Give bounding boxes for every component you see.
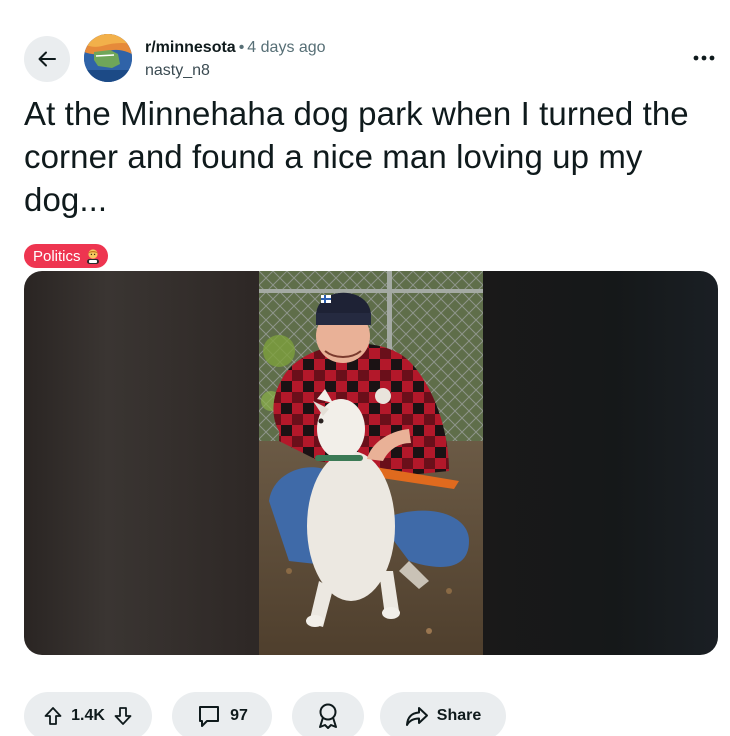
comments-button[interactable]: 97 <box>172 692 272 736</box>
share-button[interactable]: Share <box>380 692 506 736</box>
post-title: At the Minnehaha dog park when I turned … <box>24 95 689 218</box>
post-image <box>259 271 483 655</box>
back-button[interactable] <box>24 36 70 82</box>
arrow-down-icon[interactable] <box>113 706 133 726</box>
post-flair[interactable]: Politics <box>24 244 108 268</box>
arrow-up-icon[interactable] <box>43 706 63 726</box>
post-author[interactable]: nasty_n8 <box>145 62 210 80</box>
subreddit-name[interactable]: r/minnesota <box>145 39 236 56</box>
more-options-button[interactable] <box>684 44 724 72</box>
award-button[interactable] <box>292 692 364 736</box>
share-icon <box>405 705 429 727</box>
post-media[interactable] <box>24 271 718 655</box>
vote-control: 1.4K <box>24 692 152 736</box>
subreddit-avatar[interactable] <box>84 34 132 82</box>
meta-separator: • <box>238 39 245 56</box>
post-timestamp: 4 days ago <box>247 39 326 56</box>
flair-label: Politics <box>33 247 81 265</box>
person-emoji-icon <box>86 248 100 264</box>
post-meta: r/minnesota • 4 days ago <box>145 38 326 58</box>
vote-score: 1.4K <box>71 707 105 724</box>
arrow-left-icon <box>36 48 58 70</box>
comment-icon <box>196 703 222 729</box>
ellipsis-icon <box>693 55 715 61</box>
award-icon <box>315 702 341 730</box>
comment-count: 97 <box>230 707 248 724</box>
share-label: Share <box>436 707 482 724</box>
